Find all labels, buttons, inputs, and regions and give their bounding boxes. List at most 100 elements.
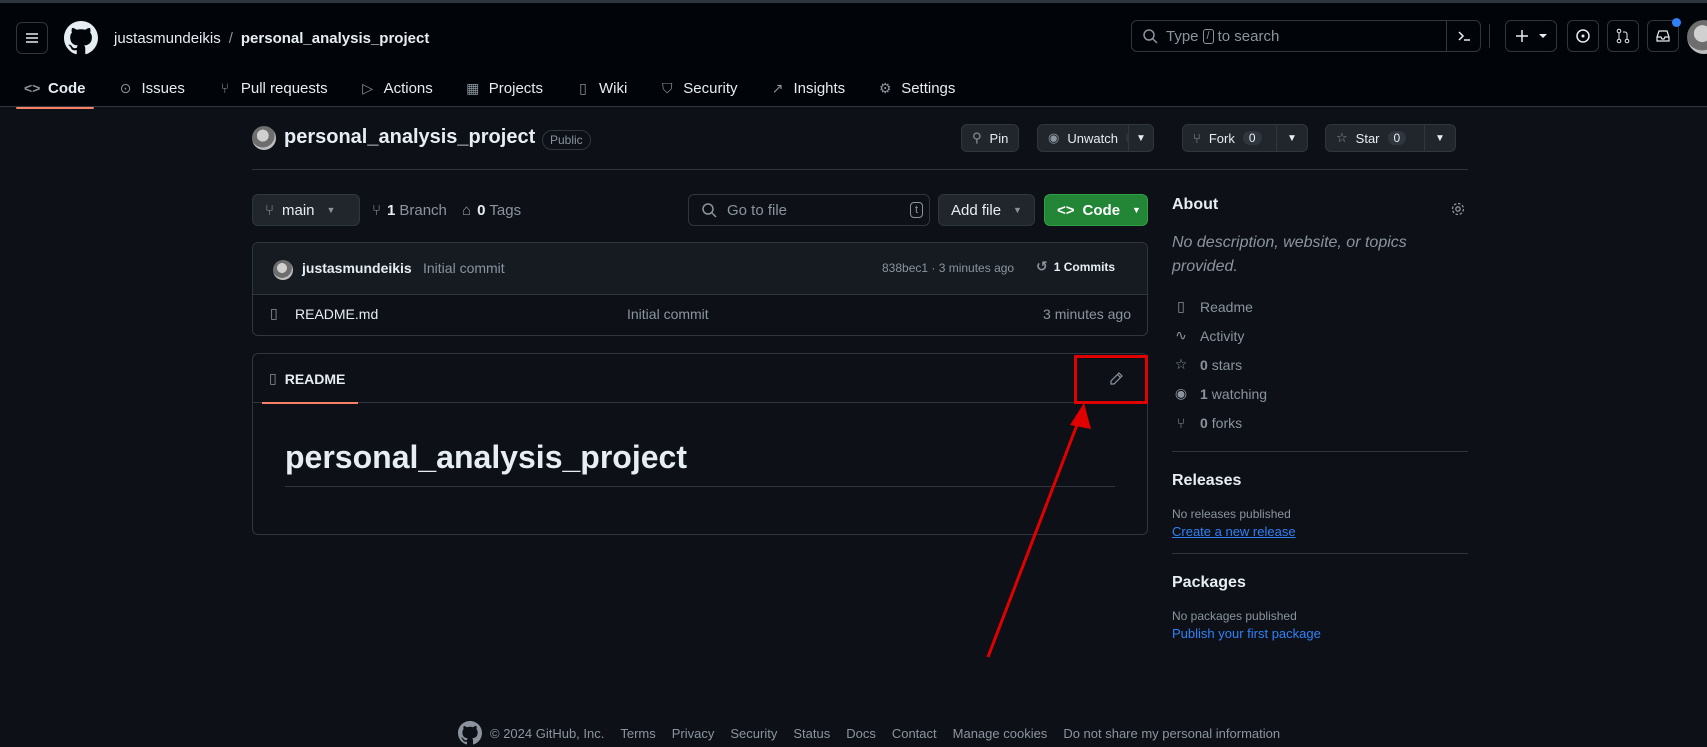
author-avatar[interactable] bbox=[273, 260, 293, 280]
code-button[interactable]: <> Code ▼ bbox=[1044, 194, 1148, 226]
readme-link[interactable]: ▯ Readme bbox=[1172, 292, 1468, 321]
shortcut-key: t bbox=[909, 202, 923, 218]
star-button[interactable]: ☆ Star 0 bbox=[1325, 124, 1425, 152]
watch-dropdown[interactable]: ▼ bbox=[1128, 124, 1154, 152]
caret-down-icon: ▼ bbox=[1287, 132, 1297, 144]
tab-code[interactable]: <> Code bbox=[16, 67, 94, 109]
footer-link-cookies[interactable]: Manage cookies bbox=[953, 726, 1048, 741]
breadcrumb-separator: / bbox=[228, 29, 233, 47]
footer-link-terms[interactable]: Terms bbox=[620, 726, 655, 741]
releases-empty: No releases published bbox=[1172, 507, 1291, 521]
create-new-button[interactable] bbox=[1505, 20, 1557, 52]
repo-link[interactable]: personal_analysis_project bbox=[241, 30, 429, 47]
branch-selector[interactable]: ⑂ main ▼ bbox=[252, 194, 360, 226]
visibility-badge: Public bbox=[542, 130, 591, 150]
tag-icon: ⌂ bbox=[462, 201, 472, 219]
add-file-button[interactable]: Add file ▼ bbox=[938, 194, 1035, 226]
search-input[interactable]: Type / to search bbox=[1131, 20, 1481, 52]
annotation-arrow-icon bbox=[986, 403, 1091, 658]
forks-label: forks bbox=[1211, 414, 1243, 431]
forks-link[interactable]: ⑂ 0 forks bbox=[1172, 408, 1468, 437]
repo-title[interactable]: personal_analysis_project bbox=[284, 126, 535, 149]
readme-tab[interactable]: ▯ README bbox=[262, 354, 358, 404]
owner-link[interactable]: justasmundeikis bbox=[114, 30, 221, 47]
branches-link[interactable]: ⑂ 1 Branch bbox=[372, 194, 447, 226]
owner-avatar[interactable] bbox=[252, 126, 276, 150]
tag-label: Tags bbox=[489, 201, 522, 219]
caret-down-icon: ▼ bbox=[1435, 132, 1445, 144]
tab-label: Code bbox=[48, 79, 86, 97]
stars-link[interactable]: ☆ 0 stars bbox=[1172, 350, 1468, 379]
tab-pull-requests[interactable]: ⑂ Pull requests bbox=[209, 67, 336, 109]
issues-button[interactable] bbox=[1567, 20, 1599, 52]
footer-link-docs[interactable]: Docs bbox=[846, 726, 876, 741]
go-to-file-input[interactable]: Go to file t bbox=[688, 194, 930, 226]
gear-icon[interactable] bbox=[1450, 201, 1466, 217]
commits-link[interactable]: ↺ 1 Commits bbox=[1036, 258, 1115, 275]
footer-link-security[interactable]: Security bbox=[730, 726, 777, 741]
caret-down-icon: ▼ bbox=[326, 205, 336, 215]
pull-request-icon: ⑂ bbox=[220, 80, 230, 96]
menu-button[interactable] bbox=[16, 22, 48, 54]
search-prefix: Type bbox=[1166, 27, 1199, 45]
watching-link[interactable]: ◉ 1 watching bbox=[1172, 379, 1468, 408]
file-name[interactable]: README.md bbox=[295, 306, 378, 322]
issue-icon: ⊙ bbox=[119, 79, 132, 96]
command-palette-button[interactable] bbox=[1446, 21, 1480, 51]
footer-link-contact[interactable]: Contact bbox=[892, 726, 937, 741]
github-logo-icon[interactable] bbox=[64, 21, 98, 55]
go-to-file-placeholder: Go to file bbox=[727, 201, 788, 219]
tab-wiki[interactable]: ▯ Wiki bbox=[567, 67, 635, 109]
tab-settings[interactable]: ⚙ Settings bbox=[869, 67, 963, 109]
footer-copyright: © 2024 GitHub, Inc. bbox=[490, 725, 605, 741]
commit-message[interactable]: Initial commit bbox=[423, 260, 505, 276]
footer-link-do-not-share[interactable]: Do not share my personal information bbox=[1063, 726, 1280, 741]
caret-down-icon bbox=[1539, 34, 1547, 38]
pull-requests-button[interactable] bbox=[1607, 20, 1639, 52]
file-icon: ▯ bbox=[270, 305, 278, 321]
packages-title[interactable]: Packages bbox=[1172, 574, 1468, 592]
branch-name: main bbox=[282, 201, 315, 219]
tab-insights[interactable]: ↗ Insights bbox=[761, 67, 853, 109]
about-title: About bbox=[1172, 196, 1219, 213]
book-icon: ▯ bbox=[1177, 298, 1185, 314]
table-row[interactable]: ▯ README.md Initial commit 3 minutes ago bbox=[253, 295, 1147, 335]
user-avatar[interactable] bbox=[1687, 20, 1707, 54]
commit-meta[interactable]: 838bec1 · 3 minutes ago bbox=[882, 261, 1014, 275]
activity-link[interactable]: ∿ Activity bbox=[1172, 321, 1468, 350]
tab-projects[interactable]: ▦ Projects bbox=[457, 67, 551, 109]
github-logo-icon[interactable] bbox=[458, 721, 482, 745]
gear-icon: ⚙ bbox=[878, 79, 892, 96]
book-icon: ▯ bbox=[579, 79, 587, 96]
branch-icon: ⑂ bbox=[372, 201, 382, 219]
tab-actions[interactable]: ▷ Actions bbox=[352, 67, 441, 109]
star-count: 0 bbox=[1387, 131, 1407, 145]
terminal-icon bbox=[1457, 31, 1470, 41]
inbox-icon bbox=[1656, 30, 1670, 42]
fork-button[interactable]: ⑂ Fork 0 bbox=[1182, 124, 1277, 152]
tags-link[interactable]: ⌂ 0 Tags bbox=[462, 194, 521, 226]
footer-link-status[interactable]: Status bbox=[793, 726, 830, 741]
commits-label: 1 Commits bbox=[1053, 259, 1116, 274]
shield-icon: ⛉ bbox=[662, 79, 673, 96]
tab-security[interactable]: ⛉ Security bbox=[651, 67, 745, 109]
publish-package-link[interactable]: Publish your first package bbox=[1172, 626, 1321, 641]
star-dropdown[interactable]: ▼ bbox=[1424, 124, 1456, 152]
tab-label: Settings bbox=[901, 79, 956, 97]
file-commit-message[interactable]: Initial commit bbox=[627, 306, 709, 322]
stars-label: stars bbox=[1211, 356, 1243, 373]
fork-dropdown[interactable]: ▼ bbox=[1276, 124, 1308, 152]
pin-button[interactable]: ⚲ Pin bbox=[961, 124, 1020, 152]
tab-label: Projects bbox=[488, 79, 543, 97]
unwatch-button[interactable]: ◉Unwatch1 bbox=[1037, 124, 1145, 152]
footer-link-privacy[interactable]: Privacy bbox=[672, 726, 715, 741]
pull-request-icon bbox=[1616, 28, 1630, 44]
watching-count: 1 bbox=[1200, 385, 1208, 402]
notification-dot bbox=[1672, 18, 1681, 27]
create-release-link[interactable]: Create a new release bbox=[1172, 524, 1296, 539]
search-shortcut-key: / bbox=[1202, 28, 1214, 44]
commit-author[interactable]: justasmundeikis bbox=[302, 260, 412, 276]
tab-issues[interactable]: ⊙ Issues bbox=[110, 67, 193, 109]
packages-empty: No packages published bbox=[1172, 609, 1297, 623]
releases-title[interactable]: Releases bbox=[1172, 472, 1468, 490]
